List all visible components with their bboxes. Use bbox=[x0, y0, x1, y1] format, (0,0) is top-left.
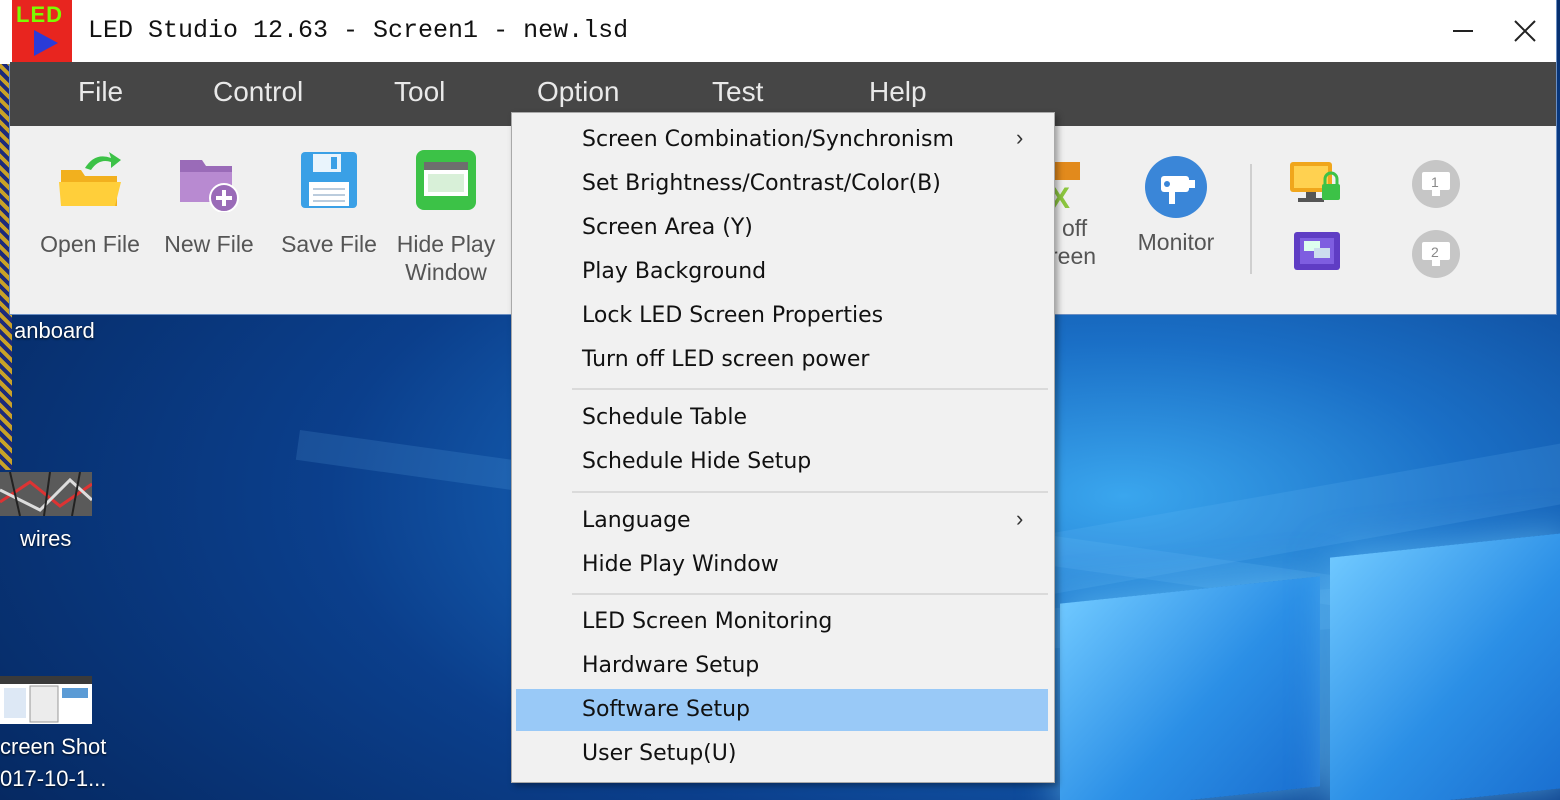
menu-item-label: User Setup(U) bbox=[582, 741, 737, 766]
menu-option[interactable]: Option bbox=[537, 76, 620, 108]
menu-item-set-brightness[interactable]: Set Brightness/Contrast/Color(B) bbox=[516, 163, 1048, 205]
hide-play-label-2: Window bbox=[405, 259, 487, 285]
save-file-button[interactable]: Save File bbox=[274, 126, 384, 258]
save-file-label: Save File bbox=[281, 231, 377, 257]
desktop-icon-screenshot-thumbnail[interactable] bbox=[0, 676, 92, 724]
menu-help[interactable]: Help bbox=[869, 76, 927, 108]
open-file-button[interactable]: Open File bbox=[34, 126, 146, 258]
menu-file[interactable]: File bbox=[78, 76, 123, 108]
menu-item-led-screen-monitoring[interactable]: LED Screen Monitoring bbox=[516, 601, 1048, 643]
hide-play-label-1: Hide Play bbox=[396, 231, 496, 257]
minimize-icon bbox=[1453, 30, 1473, 32]
menu-item-label: Screen Area (Y) bbox=[582, 215, 753, 240]
title-bar[interactable]: LED LED Studio 12.63 - Screen1 - new.lsd bbox=[0, 0, 1556, 64]
play-triangle-icon bbox=[34, 30, 58, 56]
submenu-arrow-icon: › bbox=[1016, 125, 1024, 150]
screen-1-icon[interactable]: 1 bbox=[1410, 158, 1462, 210]
menu-item-hide-play-window[interactable]: Hide Play Window bbox=[516, 544, 1048, 586]
desktop-icon-label-wires[interactable]: wires bbox=[20, 526, 71, 552]
camera-monitor-icon bbox=[1145, 156, 1207, 218]
desktop-icon-label-anboard[interactable]: anboard bbox=[14, 318, 95, 344]
menu-item-language[interactable]: Language › bbox=[516, 500, 1048, 542]
menu-test[interactable]: Test bbox=[712, 76, 763, 108]
desktop-icon-label-screenshot-1[interactable]: creen Shot bbox=[0, 734, 106, 760]
svg-text:2: 2 bbox=[1431, 244, 1439, 260]
menu-item-schedule-hide-setup[interactable]: Schedule Hide Setup bbox=[516, 441, 1048, 483]
menu-item-label: Turn off LED screen power bbox=[582, 347, 870, 372]
monitor-label: Monitor bbox=[1137, 229, 1215, 255]
app-logo-icon[interactable]: LED bbox=[12, 0, 72, 62]
menu-separator bbox=[572, 593, 1048, 595]
menu-item-label: Hide Play Window bbox=[582, 552, 779, 577]
menu-separator bbox=[572, 388, 1048, 390]
menu-item-label: Set Brightness/Contrast/Color(B) bbox=[582, 171, 941, 196]
menu-item-software-setup[interactable]: Software Setup bbox=[516, 689, 1048, 731]
menu-item-schedule-table[interactable]: Schedule Table bbox=[516, 397, 1048, 439]
menu-item-label: Screen Combination/Synchronism bbox=[582, 127, 954, 152]
lock-screen-icon[interactable] bbox=[1288, 160, 1344, 206]
windows-logo-pane-1 bbox=[1060, 576, 1320, 800]
new-file-button[interactable]: New File bbox=[156, 126, 262, 258]
menu-item-label: Hardware Setup bbox=[582, 653, 760, 678]
network-screen-icon[interactable] bbox=[1292, 230, 1342, 274]
open-file-label: Open File bbox=[40, 231, 140, 257]
menu-item-label: Software Setup bbox=[582, 697, 751, 722]
close-icon bbox=[1514, 20, 1536, 42]
menu-item-label: Lock LED Screen Properties bbox=[582, 303, 884, 328]
new-folder-icon bbox=[180, 160, 239, 213]
menu-item-label: LED Screen Monitoring bbox=[582, 609, 833, 634]
menu-tool[interactable]: Tool bbox=[394, 76, 445, 108]
hide-play-window-button[interactable]: Hide Play Window bbox=[388, 126, 504, 286]
menu-item-play-background[interactable]: Play Background bbox=[516, 251, 1048, 293]
floppy-disk-icon bbox=[301, 152, 357, 208]
menu-item-turn-off-power[interactable]: Turn off LED screen power bbox=[516, 339, 1048, 381]
svg-text:1: 1 bbox=[1431, 174, 1439, 190]
menu-item-user-setup[interactable]: User Setup(U) bbox=[516, 733, 1048, 775]
menu-control[interactable]: Control bbox=[213, 76, 303, 108]
app-logo-text: LED bbox=[16, 2, 63, 27]
menu-item-label: Play Background bbox=[582, 259, 767, 284]
menu-item-hardware-setup[interactable]: Hardware Setup bbox=[516, 645, 1048, 687]
screen-2-icon[interactable]: 2 bbox=[1410, 228, 1462, 280]
toolbar-divider bbox=[1250, 164, 1252, 274]
menu-item-label: Schedule Hide Setup bbox=[582, 449, 812, 474]
menu-item-screen-area[interactable]: Screen Area (Y) bbox=[516, 207, 1048, 249]
window-title: LED Studio 12.63 - Screen1 - new.lsd bbox=[88, 16, 629, 45]
window-icon bbox=[416, 150, 476, 210]
windows-logo-pane-2 bbox=[1330, 532, 1560, 800]
menu-separator bbox=[572, 491, 1048, 493]
desktop-icon-label-screenshot-2[interactable]: 017-10-1... bbox=[0, 766, 106, 792]
desktop-icon-wires-thumbnail[interactable] bbox=[0, 472, 92, 516]
menu-item-screen-combination[interactable]: Screen Combination/Synchronism › bbox=[516, 119, 1048, 161]
menu-item-lock-led-properties[interactable]: Lock LED Screen Properties bbox=[516, 295, 1048, 337]
menu-item-label: Schedule Table bbox=[582, 405, 747, 430]
menu-item-label: Language bbox=[582, 508, 691, 533]
close-button[interactable] bbox=[1494, 0, 1556, 62]
option-dropdown-menu: Screen Combination/Synchronism › Set Bri… bbox=[511, 112, 1055, 783]
open-folder-icon bbox=[59, 152, 121, 206]
submenu-arrow-icon: › bbox=[1016, 506, 1024, 531]
new-file-label: New File bbox=[164, 231, 254, 257]
minimize-button[interactable] bbox=[1432, 0, 1494, 62]
monitor-button[interactable]: Monitor bbox=[1124, 126, 1228, 256]
